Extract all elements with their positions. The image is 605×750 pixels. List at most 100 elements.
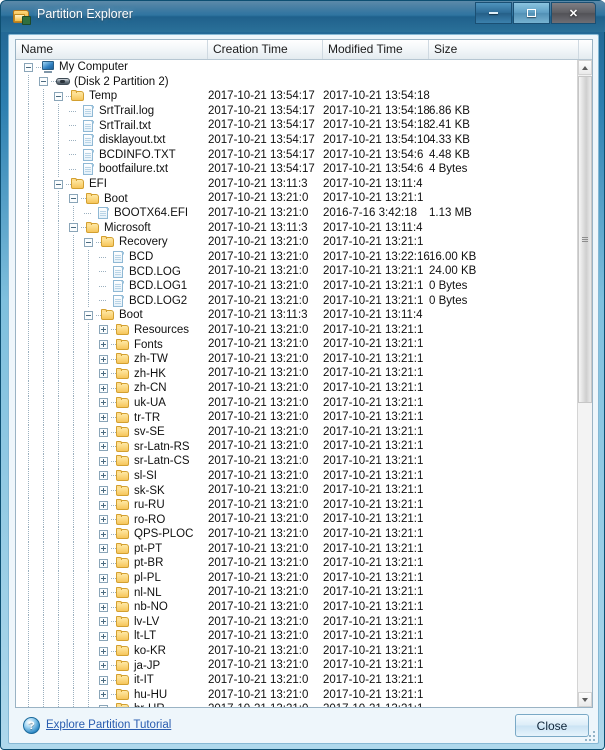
table-row[interactable]: SrtTrail.log 2017-10-21 13:54:17 2017-10-2… — [16, 103, 579, 119]
close-window-button[interactable]: ✕ — [551, 2, 596, 24]
table-row[interactable]: zh-HK 2017-10-21 13:21:0 2017-10-21 13:21:… — [16, 366, 579, 382]
table-row[interactable]: ko-KR 2017-10-21 13:21:0 2017-10-21 13:21:… — [16, 643, 579, 659]
minimize-button[interactable] — [475, 2, 512, 24]
tree-item[interactable]: Boot — [69, 191, 128, 206]
tree-item[interactable]: nb-NO — [99, 600, 168, 615]
tree-item[interactable]: tr-TR — [99, 410, 160, 425]
table-row[interactable]: sr-Latn-RS 2017-10-21 13:21:0 2017-10-21 1… — [16, 439, 579, 455]
tree-item[interactable]: QPS-PLOC — [99, 527, 193, 542]
tree-item[interactable]: Microsoft — [69, 221, 151, 236]
tree-item[interactable]: sl-SI — [99, 469, 157, 484]
table-row[interactable]: pt-PT 2017-10-21 13:21:0 2017-10-21 13:21:… — [16, 541, 579, 557]
explore-partition-tutorial-link[interactable]: Explore Partition Tutorial — [46, 719, 171, 731]
close-button[interactable]: Close — [515, 714, 589, 737]
table-row[interactable]: SrtTrail.txt 2017-10-21 13:54:17 2017-10-2… — [16, 118, 579, 133]
tree-item[interactable]: zh-HK — [99, 366, 166, 381]
tree-item[interactable]: SrtTrail.txt — [69, 118, 151, 133]
resize-grip-icon[interactable] — [583, 729, 595, 741]
tree-item[interactable]: BCD.LOG1 — [99, 279, 187, 294]
tree-rows-container[interactable]: My Computer (Disk 2 Partition 2) Temp 2017-… — [16, 60, 579, 707]
tree-item[interactable]: pt-PT — [99, 542, 162, 557]
table-row[interactable]: ja-JP 2017-10-21 13:21:0 2017-10-21 13:21:… — [16, 658, 579, 673]
table-row[interactable]: Recovery 2017-10-21 13:21:0 2017-10-21 13:… — [16, 235, 579, 250]
column-header-modified[interactable]: Modified Time — [323, 40, 429, 59]
tree-expand-icon[interactable] — [99, 442, 108, 452]
tree-item[interactable]: Recovery — [84, 235, 168, 250]
tree-expand-icon[interactable] — [99, 340, 108, 350]
tree-expand-icon[interactable] — [99, 354, 108, 364]
tree-item[interactable]: sv-SE — [99, 425, 165, 440]
tree-item[interactable]: BCD — [99, 250, 153, 265]
tree-item[interactable]: My Computer — [24, 60, 128, 75]
tree-item[interactable]: uk-UA — [99, 396, 166, 411]
tree-item[interactable]: bootfailure.txt — [69, 162, 168, 177]
table-row[interactable]: sk-SK 2017-10-21 13:21:0 2017-10-21 13:21:… — [16, 483, 579, 498]
tree-item[interactable]: nl-NL — [99, 585, 161, 600]
tree-item[interactable]: Boot — [84, 308, 143, 323]
tree-expand-icon[interactable] — [99, 617, 108, 627]
help-circle-icon[interactable]: ? — [23, 717, 40, 734]
tree-item[interactable]: Resources — [99, 323, 189, 338]
table-row[interactable]: disklayout.txt 2017-10-21 13:54:17 2017-10… — [16, 132, 579, 148]
tree-item[interactable]: it-IT — [99, 673, 154, 688]
title-bar[interactable]: Partition Explorer ✕ — [1, 1, 605, 32]
tree-expand-icon[interactable] — [99, 631, 108, 641]
table-row[interactable]: BCD.LOG1 2017-10-21 13:21:0 2017-10-21 13:… — [16, 278, 579, 294]
tree-expand-icon[interactable] — [99, 529, 108, 539]
column-header-created[interactable]: Creation Time — [208, 40, 323, 59]
tree-expand-icon[interactable] — [99, 646, 108, 656]
table-row[interactable]: BCDINFO.TXT 2017-10-21 13:54:17 2017-10-21… — [16, 147, 579, 163]
table-row[interactable]: BCD.LOG 2017-10-21 13:21:0 2017-10-21 13:2… — [16, 264, 579, 279]
table-row[interactable]: zh-TW 2017-10-21 13:21:0 2017-10-21 13:21:… — [16, 351, 579, 367]
scrollbar-thumb[interactable] — [578, 76, 592, 403]
table-row[interactable]: QPS-PLOC 2017-10-21 13:21:0 2017-10-21 13:… — [16, 527, 579, 542]
tree-expand-icon[interactable] — [99, 573, 108, 583]
table-row[interactable]: ro-RO 2017-10-21 13:21:0 2017-10-21 13:21:… — [16, 512, 579, 527]
tree-item[interactable]: ro-RO — [99, 512, 165, 527]
table-row[interactable]: BOOTX64.EFI 2017-10-21 13:21:0 2016-7-16 3… — [16, 205, 579, 221]
maximize-button[interactable] — [513, 2, 550, 24]
tree-expand-icon[interactable] — [99, 383, 108, 393]
tree-collapse-icon[interactable] — [24, 62, 33, 72]
table-row[interactable]: lv-LV 2017-10-21 13:21:0 2017-10-21 13:21:… — [16, 614, 579, 630]
tree-collapse-icon[interactable] — [84, 237, 93, 247]
tree-item[interactable]: BOOTX64.EFI — [84, 206, 188, 221]
table-row[interactable]: sv-SE 2017-10-21 13:21:0 2017-10-21 13:21:… — [16, 424, 579, 440]
tree-item[interactable]: zh-CN — [99, 381, 167, 396]
table-row[interactable]: Boot 2017-10-21 13:21:0 2017-10-21 13:21:1 — [16, 191, 579, 206]
tree-expand-icon[interactable] — [99, 486, 108, 496]
tree-expand-icon[interactable] — [99, 515, 108, 525]
table-row[interactable]: tr-TR 2017-10-21 13:21:0 2017-10-21 13:21:… — [16, 410, 579, 425]
tree-collapse-icon[interactable] — [84, 310, 93, 320]
table-row[interactable]: Resources 2017-10-21 13:21:0 2017-10-21 13… — [16, 322, 579, 338]
tree-collapse-icon[interactable] — [69, 194, 78, 204]
tree-item[interactable]: pl-PL — [99, 571, 161, 586]
tree-expand-icon[interactable] — [99, 471, 108, 481]
scroll-down-button[interactable] — [578, 692, 592, 707]
table-row[interactable]: lt-LT 2017-10-21 13:21:0 2017-10-21 13:21:… — [16, 629, 579, 644]
table-row[interactable]: zh-CN 2017-10-21 13:21:0 2017-10-21 13:21:… — [16, 381, 579, 396]
table-row[interactable]: ru-RU 2017-10-21 13:21:0 2017-10-21 13:21:… — [16, 497, 579, 513]
table-row[interactable]: pl-PL 2017-10-21 13:21:0 2017-10-21 13:21:… — [16, 570, 579, 586]
tree-expand-icon[interactable] — [99, 500, 108, 510]
table-row[interactable]: BCD.LOG2 2017-10-21 13:21:0 2017-10-21 13:… — [16, 293, 579, 309]
tree-expand-icon[interactable] — [99, 675, 108, 685]
tree-item[interactable]: hu-HU — [99, 688, 167, 703]
tree-item[interactable]: sr-Latn-CS — [99, 454, 190, 469]
tree-item[interactable]: ko-KR — [99, 644, 166, 659]
table-row[interactable]: Fonts 2017-10-21 13:21:0 2017-10-21 13:21:… — [16, 337, 579, 352]
table-row[interactable]: Microsoft 2017-10-21 13:11:3 2017-10-21 13… — [16, 220, 579, 236]
tree-collapse-icon[interactable] — [39, 77, 48, 87]
tree-collapse-icon[interactable] — [54, 91, 63, 101]
table-row[interactable]: Boot 2017-10-21 13:11:3 2017-10-21 13:11:4 — [16, 308, 579, 323]
scrollbar-track[interactable] — [578, 403, 592, 692]
tree-expand-icon[interactable] — [99, 369, 108, 379]
tree-item[interactable]: sk-SK — [99, 483, 165, 498]
tree-item[interactable]: SrtTrail.log — [69, 104, 154, 119]
tree-item[interactable]: BCD.LOG2 — [99, 294, 187, 309]
tree-item[interactable]: EFI — [54, 177, 107, 192]
tree-expand-icon[interactable] — [99, 690, 108, 700]
tree-item[interactable]: lv-LV — [99, 615, 159, 630]
tree-expand-icon[interactable] — [99, 588, 108, 598]
column-header-name[interactable]: Name — [16, 40, 208, 59]
